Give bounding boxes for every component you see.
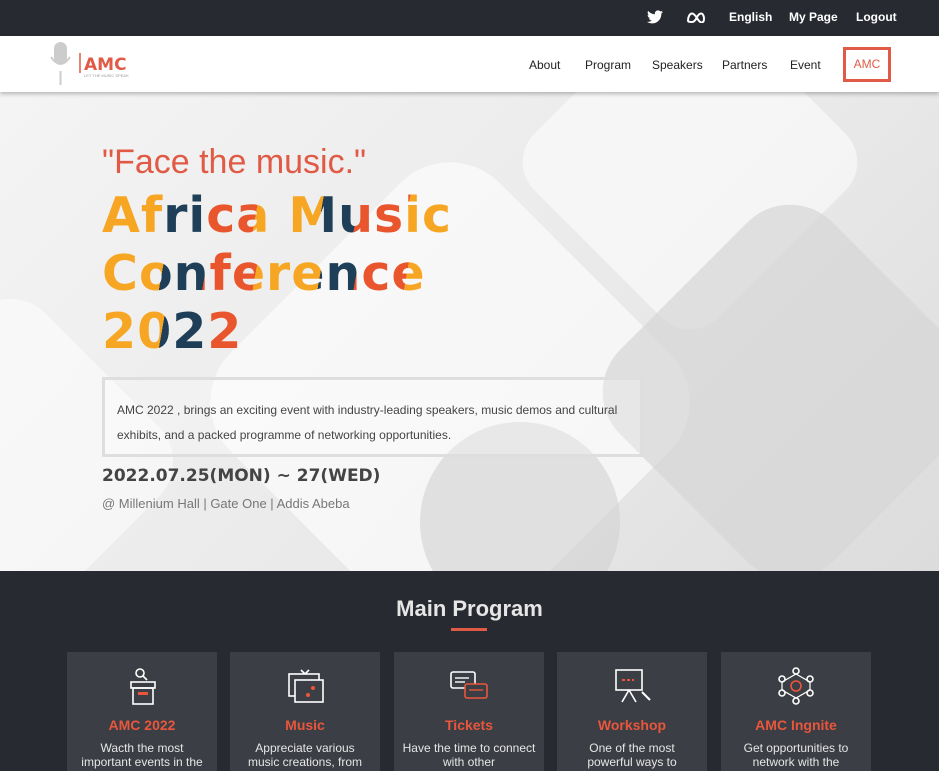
program-card-tickets[interactable]: Tickets Have the time to connect with ot… — [394, 652, 544, 771]
card-title: Tickets — [445, 717, 493, 733]
card-text: One of the most powerful ways to — [587, 741, 677, 769]
card-title: Workshop — [597, 717, 667, 733]
card-text: Have the time to connect with other — [402, 741, 536, 769]
card-text: Get opportunities to network with the — [743, 741, 849, 769]
program-card-amc2022[interactable]: AMC 2022 Wacth the most important events… — [67, 652, 217, 771]
event-venue: @ Millenium Hall | Gate One | Addis Abeb… — [102, 496, 350, 511]
logout-link[interactable]: Logout — [856, 9, 897, 25]
nav-about[interactable]: About — [529, 57, 560, 73]
hero-description-box: AMC 2022 , brings an exciting event with… — [102, 377, 643, 457]
nav-event[interactable]: Event — [790, 57, 821, 73]
chat-icon — [450, 671, 488, 699]
nav-speakers[interactable]: Speakers — [652, 57, 703, 73]
microphone-icon — [50, 42, 71, 85]
card-text: Wacth the most important events in the — [81, 741, 203, 769]
easel-icon — [288, 669, 324, 703]
nav-partners[interactable]: Partners — [722, 57, 767, 73]
network-icon — [778, 667, 814, 705]
hero-title-line: Conference — [102, 245, 452, 303]
program-card-workshop[interactable]: Workshop One of the most powerful ways t… — [557, 652, 707, 771]
meta-icon[interactable] — [686, 11, 706, 23]
svg-text:AMC: AMC — [84, 55, 127, 75]
nav-program[interactable]: Program — [585, 57, 631, 73]
my-page-link[interactable]: My Page — [789, 9, 838, 25]
title-underline — [451, 628, 487, 631]
hero-title: Africa Music Conference 2022 — [102, 187, 452, 361]
hero-description: AMC 2022 , brings an exciting event with… — [117, 403, 618, 442]
nav-amc-button[interactable]: AMC — [843, 47, 891, 82]
program-card-amc-ignite[interactable]: AMC Ingnite Get opportunities to network… — [721, 652, 871, 771]
hero-tagline: "Face the music." — [102, 143, 367, 181]
twitter-icon[interactable] — [647, 10, 663, 24]
hero-section: "Face the music." Africa Music Conferenc… — [0, 92, 939, 571]
hero-title-line: Africa Music — [102, 187, 453, 244]
main-header: AMC LET THE MUSIC SPEAK About Program Sp… — [0, 36, 939, 92]
card-text: Appreciate various music creations, from — [247, 741, 363, 769]
event-date: 2022.07.25(MON) ~ 27(WED) — [102, 466, 381, 486]
top-utility-bar: English My Page Logout — [0, 0, 939, 36]
amc-logo[interactable]: AMC LET THE MUSIC SPEAK — [46, 39, 146, 89]
main-program-section: Main Program AMC 2022 Wacth the most imp… — [0, 571, 939, 771]
program-card-music[interactable]: Music Appreciate various music creations… — [230, 652, 380, 771]
podium-icon — [130, 668, 156, 705]
language-link[interactable]: English — [729, 9, 772, 25]
card-title: Music — [285, 717, 325, 733]
hero-title-line: 2022 — [102, 303, 452, 361]
card-title: AMC 2022 — [108, 717, 176, 733]
section-title: Main Program — [396, 596, 543, 621]
svg-text:LET THE MUSIC SPEAK: LET THE MUSIC SPEAK — [84, 73, 129, 78]
presentation-board-icon — [615, 669, 651, 703]
card-title: AMC Ingnite — [755, 717, 837, 733]
